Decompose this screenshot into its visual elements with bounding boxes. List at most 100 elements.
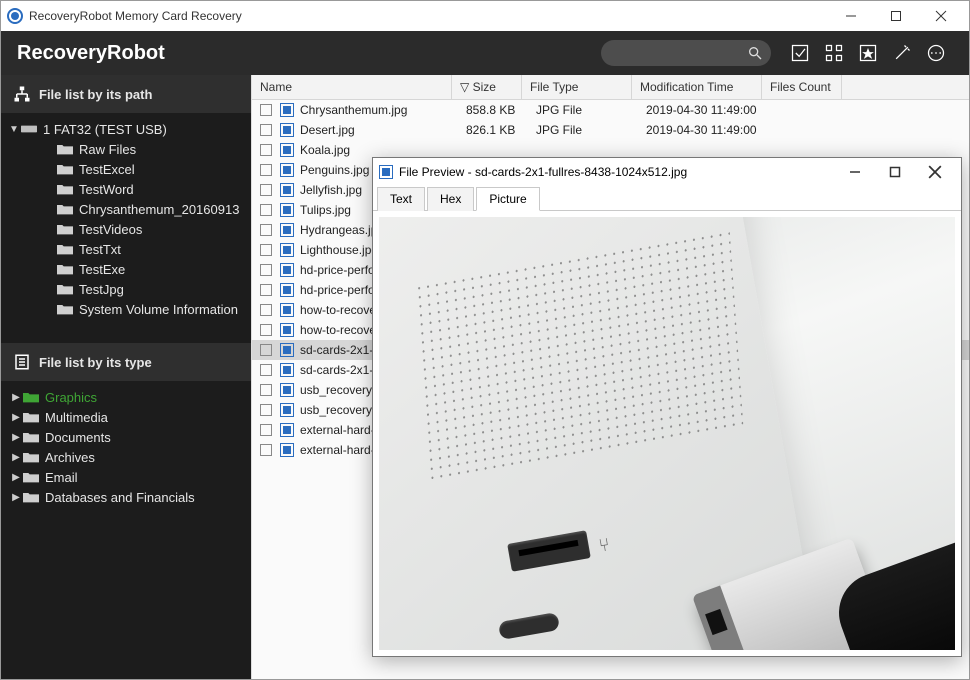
folder-node[interactable]: TestTxt [1,239,251,259]
image-file-icon [280,423,294,437]
folder-icon [57,243,73,255]
row-checkbox[interactable] [260,404,272,416]
tab-hex[interactable]: Hex [427,187,474,211]
row-checkbox[interactable] [260,304,272,316]
tab-text[interactable]: Text [377,187,425,211]
folder-node[interactable]: System Volume Information [1,299,251,319]
column-headers: Name ▽ Size File Type Modification Time … [252,75,969,100]
row-checkbox[interactable] [260,424,272,436]
image-file-icon [280,303,294,317]
folder-icon [23,391,39,403]
minimize-button[interactable] [828,1,873,31]
type-node[interactable]: ▶ Archives [1,447,251,467]
sidebar: File list by its path ▼ 1 FAT32 (TEST US… [1,75,251,679]
image-file-icon [280,283,294,297]
row-checkbox[interactable] [260,444,272,456]
image-file-icon [280,363,294,377]
col-type[interactable]: File Type [522,75,632,99]
type-node[interactable]: ▶ Graphics [1,387,251,407]
drive-node[interactable]: ▼ 1 FAT32 (TEST USB) [1,119,251,139]
folder-node[interactable]: Chrysanthemum_20160913 [1,199,251,219]
folder-icon [57,303,73,315]
row-checkbox[interactable] [260,324,272,336]
image-file-icon [280,323,294,337]
image-file-icon [280,203,294,217]
folder-icon [23,451,39,463]
image-file-icon [280,163,294,177]
preview-tabs: Text Hex Picture [373,186,961,211]
preview-close-button[interactable] [915,158,955,186]
row-checkbox[interactable] [260,104,272,116]
row-checkbox[interactable] [260,384,272,396]
caret-right-icon: ▶ [11,432,21,443]
image-file-icon [280,123,294,137]
row-checkbox[interactable] [260,164,272,176]
caret-right-icon: ▶ [11,472,21,483]
folder-icon [57,283,73,295]
folder-icon [57,203,73,215]
row-checkbox[interactable] [260,364,272,376]
folder-node[interactable]: Raw Files [1,139,251,159]
type-label: Email [45,470,78,485]
preview-maximize-button[interactable] [875,158,915,186]
type-node[interactable]: ▶ Multimedia [1,407,251,427]
folder-icon [57,183,73,195]
favorite-icon[interactable] [857,42,879,64]
type-node[interactable]: ▶ Email [1,467,251,487]
type-panel-header: File list by its type [1,343,251,381]
more-icon[interactable] [925,42,947,64]
tab-picture[interactable]: Picture [476,187,539,211]
folder-icon [57,163,73,175]
type-node[interactable]: ▶ Databases and Financials [1,487,251,507]
folder-node[interactable]: TestExcel [1,159,251,179]
folder-node[interactable]: TestWord [1,179,251,199]
image-file-icon [280,143,294,157]
checkbox-tool-icon[interactable] [789,42,811,64]
row-checkbox[interactable] [260,184,272,196]
row-checkbox[interactable] [260,284,272,296]
folder-label: TestExe [79,262,125,277]
file-type: JPG File [536,123,646,137]
file-size: 858.8 KB [466,103,536,117]
row-checkbox[interactable] [260,244,272,256]
preview-title-bar[interactable]: File Preview - sd-cards-2x1-fullres-8438… [373,158,961,186]
wand-icon[interactable] [891,42,913,64]
drive-label: 1 FAT32 (TEST USB) [43,122,167,137]
preview-minimize-button[interactable] [835,158,875,186]
folder-node[interactable]: TestJpg [1,279,251,299]
file-mod: 2019-04-30 11:49:00 [646,123,776,137]
folder-label: TestWord [79,182,134,197]
type-tree: ▶ Graphics ▶ Multimedia ▶ Documents ▶ Ar… [1,381,251,513]
row-checkbox[interactable] [260,264,272,276]
col-name[interactable]: Name [252,75,452,99]
col-mod[interactable]: Modification Time [632,75,762,99]
col-size[interactable]: ▽ Size [452,75,522,99]
image-file-icon [280,383,294,397]
folder-node[interactable]: TestVideos [1,219,251,239]
brand-label: RecoveryRobot [17,42,165,65]
file-row[interactable]: Chrysanthemum.jpg 858.8 KB JPG File 2019… [252,100,969,120]
row-checkbox[interactable] [260,204,272,216]
row-checkbox[interactable] [260,344,272,356]
maximize-button[interactable] [873,1,918,31]
grid-view-icon[interactable] [823,42,845,64]
os-title-bar: RecoveryRobot Memory Card Recovery [1,1,969,31]
close-button[interactable] [918,1,963,31]
window-title: RecoveryRobot Memory Card Recovery [29,9,242,23]
row-checkbox[interactable] [260,124,272,136]
folder-label: TestTxt [79,242,121,257]
type-label: Archives [45,450,95,465]
row-checkbox[interactable] [260,224,272,236]
image-file-icon [280,443,294,457]
type-node[interactable]: ▶ Documents [1,427,251,447]
preview-window[interactable]: File Preview - sd-cards-2x1-fullres-8438… [372,157,962,657]
folder-node[interactable]: TestExe [1,259,251,279]
folder-tree: ▼ 1 FAT32 (TEST USB) Raw Files TestExcel… [1,113,251,325]
col-count[interactable]: Files Count [762,75,842,99]
file-row[interactable]: Desert.jpg 826.1 KB JPG File 2019-04-30 … [252,120,969,140]
row-checkbox[interactable] [260,144,272,156]
image-file-icon [280,183,294,197]
search-input[interactable] [601,40,771,66]
image-file-icon [280,263,294,277]
app-toolbar: RecoveryRobot [1,31,969,75]
